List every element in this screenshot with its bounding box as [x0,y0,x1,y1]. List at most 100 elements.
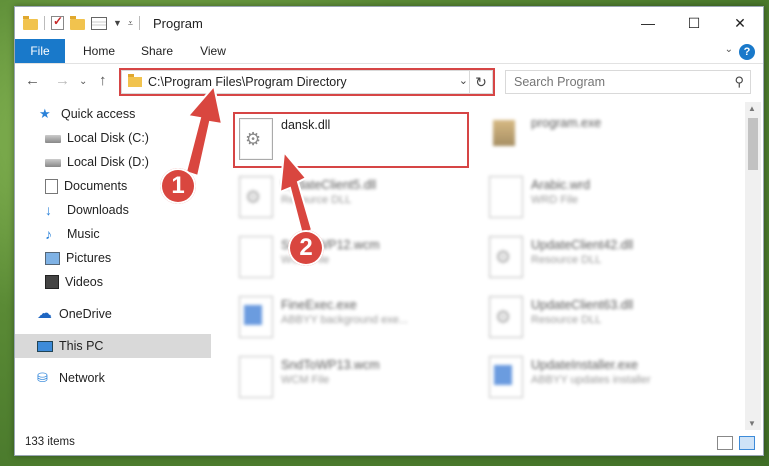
file-type: WRD File [531,194,579,206]
search-input[interactable] [506,71,716,93]
details-view-icon[interactable] [717,436,733,450]
step-badge-1: 1 [160,168,196,204]
help-icon[interactable]: ? [739,44,755,60]
forward-arrow-icon[interactable]: → [55,72,70,89]
maximize-button[interactable]: ☐ [671,7,717,39]
new-folder-icon[interactable] [70,15,85,30]
file-item[interactable]: UpdateInstaller.exe ABBYY updates instal… [485,352,725,402]
address-highlight-box [119,68,495,96]
tab-view[interactable]: View [191,39,235,63]
window-title: Program [153,16,203,31]
network-icon: ⛁ [37,370,48,385]
file-item[interactable]: UpdateClient42.dll Resource DLL [485,232,725,282]
chevron-down-icon[interactable]: ⌄ [725,44,733,55]
file-name: program.exe [531,116,602,130]
tab-file[interactable]: File [15,39,65,63]
sidebar-item-quick-access[interactable]: ★ Quick access [15,102,231,126]
sidebar-item-pictures[interactable]: Pictures 📌 [15,246,237,270]
file-name: UpdateClient63.dll [531,298,634,312]
file-highlight-box [233,112,469,168]
tab-home[interactable]: Home [75,39,123,63]
file-item[interactable]: SndToWP13.wcm WCM File [235,352,475,402]
recent-locations-icon[interactable]: ⌄ [79,76,87,87]
downloads-icon: ↓ [45,202,52,218]
sidebar-item-label: Documents [64,179,128,193]
dll-file-icon [489,296,523,338]
dll-file-icon [239,176,273,218]
file-item[interactable]: FineExec.exe ABBYY background exe... [235,292,475,342]
customize-toolbar-icon[interactable]: ⩡ [128,18,133,29]
onedrive-icon: ☁ [37,305,52,322]
window-controls: — ☐ ✕ [625,7,763,39]
divider [44,16,45,30]
sidebar-item-videos[interactable]: Videos 📌 [15,270,237,294]
sidebar-item-label: Quick access [61,107,136,121]
file-item[interactable]: Arabic.wrd WRD File [485,172,725,222]
large-icons-view-icon[interactable] [739,436,755,450]
music-icon: ♪ [45,226,52,242]
program-icon [489,114,521,154]
sidebar-item-this-pc[interactable]: This PC [15,334,229,358]
sidebar-item-label: Local Disk (D:) [67,155,149,169]
sidebar-item-local-disk-c[interactable]: Local Disk (C:) [15,126,237,150]
back-arrow-icon[interactable]: ← [25,72,40,89]
sidebar-item-label: Music [67,227,100,241]
sidebar-item-label: This PC [59,339,104,353]
sidebar-item-music[interactable]: ♪ Music 📌 [15,222,237,246]
sidebar-item-label: Pictures [66,251,112,265]
sidebar-item-label: Local Disk (C:) [67,131,149,145]
status-bar: 133 items [15,431,763,455]
document-icon [239,236,273,278]
vertical-scrollbar[interactable]: ▲ ▼ [745,102,761,430]
videos-icon [45,275,59,289]
sidebar-item-documents[interactable]: Documents [15,174,237,198]
file-name: UpdateClient42.dll [531,238,634,252]
folder-icon [23,15,38,30]
file-name: Arabic.wrd [531,178,591,192]
tab-share[interactable]: Share [133,39,181,63]
file-name: FineExec.exe [281,298,357,312]
sidebar-item-network[interactable]: ⛁ Network [15,366,229,390]
pictures-icon [45,251,60,265]
file-explorer-window: ▼ ⩡ Program — ☐ ✕ File Home Share View ⌄… [14,6,764,456]
sidebar-item-downloads[interactable]: ↓ Downloads 📌 [15,198,237,222]
sidebar-item-label: Videos [65,275,103,289]
file-type: Resource DLL [281,194,352,206]
file-list: dansk.dll program.exe UpdateClient5.dll … [211,102,743,420]
sidebar-item-label: OneDrive [59,307,112,321]
star-icon: ★ [39,106,51,121]
scroll-down-icon[interactable]: ▼ [748,419,756,428]
file-name: UpdateClient5.dll [281,178,377,192]
properties-check-icon[interactable] [51,14,64,30]
quick-access-toolbar: ▼ ⩡ [23,14,140,30]
sidebar-item-label: Network [59,371,105,385]
exe-icon [239,296,273,338]
search-box[interactable]: ⚲ [505,70,751,94]
close-button[interactable]: ✕ [717,7,763,39]
search-icon[interactable]: ⚲ [734,74,744,90]
file-item[interactable]: UpdateClient5.dll Resource DLL [235,172,475,222]
scroll-thumb[interactable] [748,118,758,170]
title-bar: ▼ ⩡ Program — ☐ ✕ [15,7,763,39]
disk-icon [45,135,61,143]
document-icon [239,356,273,398]
file-name: UpdateInstaller.exe [531,358,639,372]
file-type: WCM File [281,374,330,386]
sidebar-item-local-disk-d[interactable]: Local Disk (D:) 📌 [15,150,237,174]
disk-icon [45,159,61,167]
properties-icon[interactable] [91,16,107,30]
step-badge-2: 2 [288,230,324,266]
file-item[interactable]: SndToWP12.wcm WCM File [235,232,475,282]
file-item[interactable]: program.exe [485,110,725,160]
minimize-button[interactable]: — [625,7,671,39]
sidebar-item-label: Downloads [67,203,129,217]
file-item[interactable]: UpdateClient63.dll Resource DLL [485,292,725,342]
ribbon-tabs: File Home Share View ⌄ ? [15,39,763,64]
up-arrow-icon[interactable]: ↑ [99,72,107,89]
customize-dropdown-icon[interactable]: ▼ [113,18,122,28]
file-type: Resource DLL [531,314,602,326]
exe-icon [489,356,523,398]
sidebar-item-onedrive[interactable]: ☁ OneDrive [15,302,229,326]
navigation-bar: ← → ⌄ ↑ C:\Program Files\Program Directo… [15,64,763,98]
scroll-up-icon[interactable]: ▲ [748,104,756,113]
